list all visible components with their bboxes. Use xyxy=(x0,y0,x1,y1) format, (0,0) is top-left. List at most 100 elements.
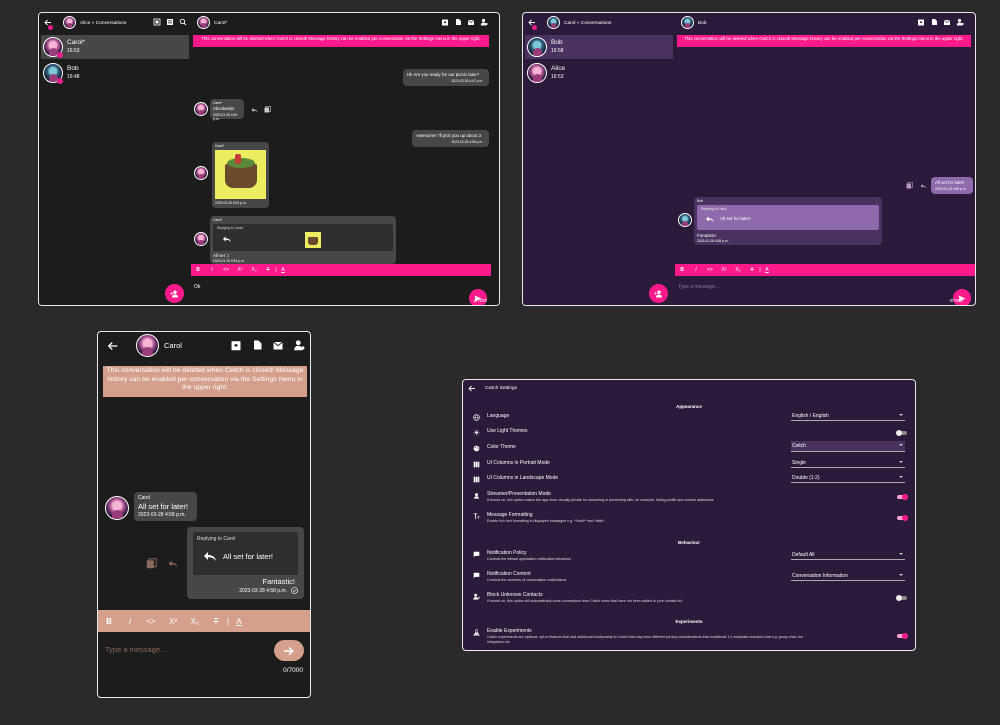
send-button[interactable] xyxy=(274,640,304,661)
block-unknown-toggle[interactable] xyxy=(896,594,907,601)
chevron-down-icon xyxy=(899,574,903,576)
add-contact-button[interactable] xyxy=(649,284,668,303)
italic-button[interactable]: I xyxy=(689,267,703,273)
message-outgoing[interactable]: Hi! Are you ready for our picnic later? … xyxy=(403,69,489,86)
chat-avatar[interactable] xyxy=(681,16,694,29)
add-person-icon xyxy=(170,290,178,297)
message-input[interactable]: Ok xyxy=(194,284,200,290)
enable-experiments-toggle[interactable] xyxy=(897,632,908,639)
portrait-columns-dropdown[interactable]: Single xyxy=(791,458,905,468)
setting-portrait-columns: UI Columns in Portrait Mode Single xyxy=(473,459,907,473)
bold-button[interactable]: B xyxy=(191,267,205,273)
message-outgoing-reply[interactable]: Replying to Carol All set for later! Fan… xyxy=(187,527,304,599)
strikethrough-button[interactable]: T xyxy=(745,267,759,273)
copy-icon[interactable] xyxy=(146,558,157,569)
superscript-button[interactable]: X² xyxy=(233,267,247,273)
streamer-mode-toggle[interactable] xyxy=(897,493,908,500)
picnic-basket-image[interactable] xyxy=(215,150,266,199)
strikethrough-button[interactable]: T xyxy=(261,267,275,273)
text-color-button[interactable]: A xyxy=(277,267,289,273)
contact-name: Bob xyxy=(551,39,563,46)
chat-avatar[interactable] xyxy=(197,16,210,29)
contact-settings-icon[interactable] xyxy=(480,18,488,26)
search-icon[interactable] xyxy=(179,18,187,26)
add-contact-button[interactable] xyxy=(165,284,184,303)
avatar xyxy=(194,102,208,116)
archive-icon[interactable] xyxy=(230,339,242,351)
avatar[interactable] xyxy=(547,16,560,29)
contact-settings-icon[interactable] xyxy=(293,339,305,351)
chevron-down-icon xyxy=(899,414,903,416)
bold-button[interactable]: B xyxy=(675,267,689,273)
files-icon[interactable] xyxy=(930,18,938,26)
notification-content-dropdown[interactable]: Conversation Information xyxy=(791,571,905,581)
landscape-columns-dropdown[interactable]: Double (1:2) xyxy=(791,473,905,483)
code-button[interactable]: <> xyxy=(219,267,233,273)
contact-list-icon[interactable] xyxy=(166,18,174,26)
subscript-button[interactable]: X₂ xyxy=(184,617,206,626)
superscript-button[interactable]: X² xyxy=(162,617,184,626)
archive-icon[interactable] xyxy=(917,18,925,26)
superscript-button[interactable]: X² xyxy=(717,267,731,273)
reply-icon[interactable] xyxy=(251,107,258,113)
files-icon[interactable] xyxy=(251,339,263,351)
character-counter: 0/7000 xyxy=(949,298,963,303)
contact-item-carol[interactable]: Carol* 16:53 xyxy=(41,35,189,59)
message-input[interactable]: Type a message... xyxy=(678,284,719,290)
chat-avatar[interactable] xyxy=(136,334,159,357)
message-text: Fantastic! xyxy=(697,233,717,238)
message-outgoing[interactable]: Awesome! I'll pick you up about 3 2023-0… xyxy=(412,130,489,147)
subscript-button[interactable]: X₂ xyxy=(731,267,745,273)
code-button[interactable]: <> xyxy=(140,617,162,626)
message-input[interactable]: Type a message... xyxy=(105,645,166,654)
chat-pane: This conversation will be deleted when C… xyxy=(675,33,975,305)
contact-settings-icon[interactable] xyxy=(956,18,964,26)
character-counter: 2/7000 xyxy=(473,298,487,303)
bold-button[interactable]: B xyxy=(98,617,120,626)
message-history-icon[interactable] xyxy=(943,18,951,26)
color-theme-dropdown[interactable]: Cwtch xyxy=(791,441,905,452)
carol-desktop-window: Carol » Conversations Bob Bob 16:58 Alic… xyxy=(522,12,976,306)
quoted-message[interactable]: Replying to Carol All set for later! xyxy=(193,532,298,575)
avatar[interactable] xyxy=(63,16,76,29)
strikethrough-button[interactable]: T xyxy=(206,617,226,626)
text-color-button[interactable]: A xyxy=(761,267,773,273)
copy-icon[interactable] xyxy=(906,182,913,189)
files-icon[interactable] xyxy=(454,18,462,26)
message-incoming[interactable]: Carol* Absolutely! 2023-03-28 4:49 p.m. xyxy=(210,99,244,121)
brightness-icon xyxy=(473,429,480,436)
message-incoming-reply[interactable]: Bob Replying to Carol All set for later!… xyxy=(694,197,882,245)
message-formatting-toggle[interactable] xyxy=(897,514,908,521)
code-button[interactable]: <> xyxy=(703,267,717,273)
italic-button[interactable]: I xyxy=(205,267,219,273)
chevron-down-icon xyxy=(899,476,903,478)
reply-icon[interactable] xyxy=(920,183,927,189)
setting-description: If turned on, this option will automatic… xyxy=(487,599,683,603)
message-incoming[interactable]: Carol All set for later! 2023-03-28 4:58… xyxy=(134,492,197,521)
subscript-button[interactable]: X₂ xyxy=(247,267,261,273)
text-color-button[interactable]: A xyxy=(230,617,248,626)
light-themes-toggle[interactable] xyxy=(896,429,907,436)
message-incoming-reply[interactable]: Carol* Replying to Carol* All set :) 202… xyxy=(210,216,396,264)
language-dropdown[interactable]: English / English xyxy=(791,411,905,421)
message-history-icon[interactable] xyxy=(467,18,475,26)
notification-policy-dropdown[interactable]: Default All xyxy=(791,550,905,560)
archive-icon[interactable] xyxy=(441,18,449,26)
message-history-icon[interactable] xyxy=(272,339,284,351)
quoted-text: All set for later! xyxy=(223,552,274,561)
quoted-message[interactable]: Replying to Carol All set for later! xyxy=(697,205,879,230)
quoted-message[interactable]: Replying to Carol* xyxy=(213,224,393,251)
contact-item-alice[interactable]: Alice 16:53 xyxy=(525,61,673,85)
message-outgoing[interactable]: All set for later! 2023-03-28 4:58 p.m. xyxy=(931,177,973,194)
contact-item-bob[interactable]: Bob 16:58 xyxy=(525,35,673,59)
reply-icon[interactable] xyxy=(168,559,178,568)
message-incoming-image[interactable]: Carol* 2023-03-28 4:53 p.m. xyxy=(212,142,269,208)
avatar xyxy=(105,496,129,520)
italic-button[interactable]: I xyxy=(120,617,140,626)
back-arrow-icon[interactable] xyxy=(107,341,119,351)
qr-code-icon[interactable] xyxy=(153,18,161,26)
copy-icon[interactable] xyxy=(264,106,271,113)
back-arrow-icon[interactable] xyxy=(468,385,476,392)
contact-item-bob[interactable]: Bob 16:48 xyxy=(41,61,189,85)
quoted-text: All set for later! xyxy=(720,216,751,221)
